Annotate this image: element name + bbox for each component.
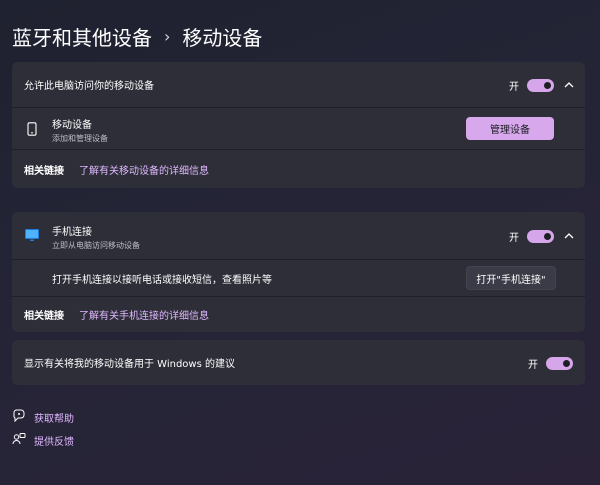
suggestions-toggle-group: 开 xyxy=(528,356,573,371)
allow-access-label: 允许此电脑访问你的移动设备 xyxy=(24,81,154,92)
phone-link-info-link[interactable]: 了解有关手机连接的详细信息 xyxy=(79,307,209,322)
related-links-row: 相关链接 了解有关移动设备的详细信息 xyxy=(12,150,585,188)
suggestions-toggle[interactable] xyxy=(546,357,573,370)
chevron-up-icon[interactable] xyxy=(562,78,576,92)
phone-link-toggle-state: 开 xyxy=(509,233,519,244)
phone-link-toggle-group: 开 xyxy=(509,229,554,244)
give-feedback-link[interactable]: 提供反馈 xyxy=(12,432,74,449)
get-help-link[interactable]: 获取帮助 xyxy=(12,409,74,426)
allow-access-toggle[interactable] xyxy=(527,79,554,92)
device-title: 移动设备 xyxy=(52,120,92,131)
get-help-label: 获取帮助 xyxy=(34,414,74,425)
breadcrumb-parent[interactable]: 蓝牙和其他设备 xyxy=(12,22,152,51)
mobile-devices-info-link[interactable]: 了解有关移动设备的详细信息 xyxy=(79,162,209,177)
allow-access-toggle-group: 开 xyxy=(509,78,554,93)
phone-link-title: 手机连接 xyxy=(52,227,92,238)
device-subtitle: 添加和管理设备 xyxy=(52,134,108,143)
toggle-knob xyxy=(544,82,551,89)
help-icon xyxy=(12,409,26,426)
chevron-up-icon[interactable] xyxy=(562,229,576,243)
suggestions-card: 显示有关将我的移动设备用于 Windows 的建议 开 xyxy=(12,340,585,385)
give-feedback-label: 提供反馈 xyxy=(34,437,74,448)
page-title: 移动设备 xyxy=(182,26,263,50)
phone-link-icon xyxy=(24,227,40,247)
open-phone-link-button[interactable]: 打开"手机连接" xyxy=(466,266,556,290)
allow-access-row[interactable]: 允许此电脑访问你的移动设备 xyxy=(12,62,585,107)
phone-icon xyxy=(27,121,37,140)
related-links-label: 相关链接 xyxy=(24,311,64,322)
allow-access-toggle-state: 开 xyxy=(509,82,519,93)
feedback-icon xyxy=(12,432,26,449)
suggestions-toggle-state: 开 xyxy=(528,360,538,371)
related-links-label: 相关链接 xyxy=(24,165,64,177)
phone-link-toggle[interactable] xyxy=(527,230,554,243)
related-links-row: 相关链接 了解有关手机连接的详细信息 xyxy=(12,297,585,332)
phone-link-header-row[interactable]: 手机连接 立即从电脑访问移动设备 xyxy=(12,212,585,259)
breadcrumb: 蓝牙和其他设备 › 移动设备 xyxy=(12,22,262,51)
manage-devices-button[interactable]: 管理设备 xyxy=(466,117,554,140)
toggle-knob xyxy=(544,233,551,240)
suggestions-row: 显示有关将我的移动设备用于 Windows 的建议 xyxy=(12,340,585,385)
mobile-devices-card: 允许此电脑访问你的移动设备 开 移动设备 添加和管理设备 管理设备 相关链接 了… xyxy=(12,62,585,188)
toggle-knob xyxy=(563,360,570,367)
phone-link-description: 打开手机连接以接听电话或接收短信，查看照片等 xyxy=(52,274,272,286)
breadcrumb-separator: › xyxy=(164,27,171,46)
suggestions-label: 显示有关将我的移动设备用于 Windows 的建议 xyxy=(24,359,235,370)
phone-link-desc-row: 打开手机连接以接听电话或接收短信，查看照片等 打开"手机连接" xyxy=(12,260,585,296)
phone-link-card: 手机连接 立即从电脑访问移动设备 开 打开手机连接以接听电话或接收短信，查看照片… xyxy=(12,212,585,332)
phone-link-subtitle: 立即从电脑访问移动设备 xyxy=(52,241,140,250)
device-row: 移动设备 添加和管理设备 管理设备 xyxy=(12,108,585,149)
